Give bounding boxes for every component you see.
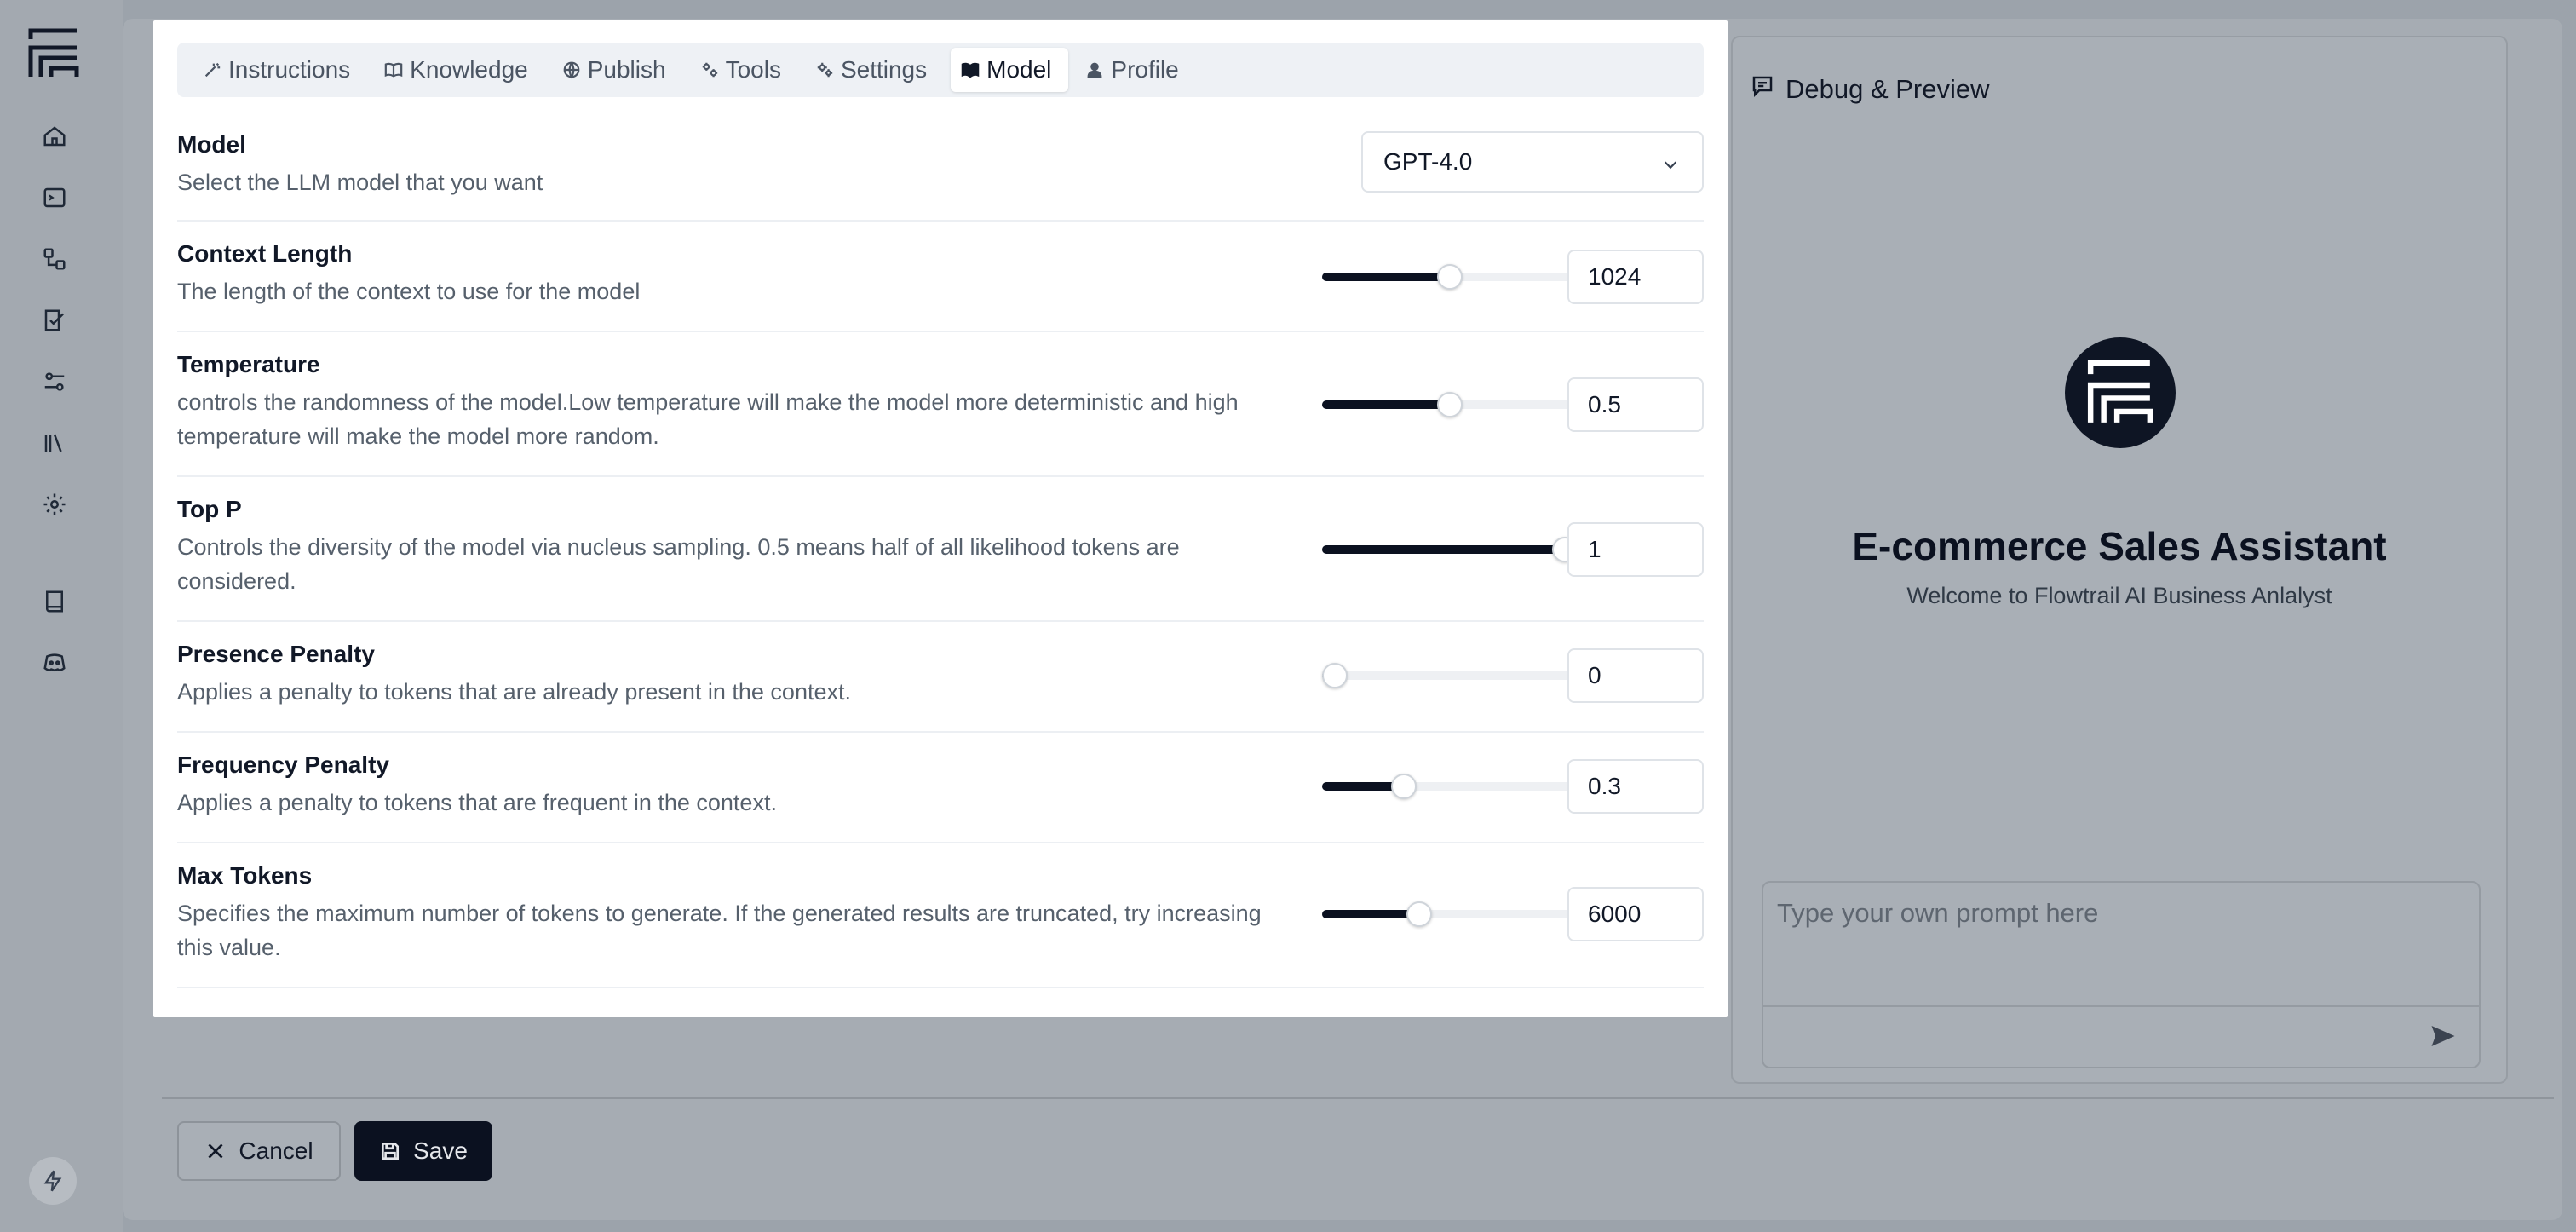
max-tokens-description: Specifies the maximum number of tokens t… xyxy=(177,901,1262,960)
presence-penalty-row: Presence Penalty Applies a penalty to to… xyxy=(177,622,1704,733)
library-icon[interactable] xyxy=(39,428,70,458)
footer-divider xyxy=(162,1097,2554,1099)
left-sidebar xyxy=(0,0,123,1232)
max-tokens-label: Max Tokens xyxy=(177,862,313,889)
slider-thumb[interactable] xyxy=(1437,264,1463,290)
prompt-input[interactable] xyxy=(1763,883,2479,1007)
workflow-icon[interactable] xyxy=(39,244,70,274)
frequency-penalty-label: Frequency Penalty xyxy=(177,751,389,778)
preview-title: Debug & Preview xyxy=(1785,74,1990,104)
save-icon xyxy=(382,1142,400,1160)
notes-icon[interactable] xyxy=(39,305,70,336)
save-button[interactable]: Save xyxy=(354,1121,492,1181)
presence-penalty-description: Applies a penalty to tokens that are alr… xyxy=(177,679,851,705)
save-label: Save xyxy=(413,1137,468,1164)
presence-penalty-slider[interactable] xyxy=(1322,663,1578,688)
discord-icon[interactable] xyxy=(39,648,70,678)
temperature-label: Temperature xyxy=(177,351,320,377)
max-tokens-row: Max Tokens Specifies the maximum number … xyxy=(177,843,1704,988)
top-p-slider[interactable] xyxy=(1322,537,1578,562)
temperature-description: controls the randomness of the model.Low… xyxy=(177,389,1239,449)
frequency-penalty-description: Applies a penalty to tokens that are fre… xyxy=(177,790,777,815)
model-row: Model Select the LLM model that you want… xyxy=(177,20,1704,222)
top-p-description: Controls the diversity of the model via … xyxy=(177,534,1180,594)
context-length-label: Context Length xyxy=(177,240,353,267)
cancel-button[interactable]: Cancel xyxy=(177,1121,341,1181)
close-icon xyxy=(208,1143,223,1159)
prompt-box xyxy=(1762,881,2481,1068)
terminal-icon[interactable] xyxy=(39,182,70,213)
max-tokens-slider[interactable] xyxy=(1322,901,1578,927)
slider-fill xyxy=(1322,400,1450,409)
model-settings-modal: Instructions Knowledge Publish Tools Set… xyxy=(153,20,1728,1017)
slider-thumb[interactable] xyxy=(1391,774,1417,799)
temperature-slider[interactable] xyxy=(1322,392,1578,417)
top-p-label: Top P xyxy=(177,496,242,522)
presence-penalty-input[interactable]: 0 xyxy=(1567,648,1704,703)
book-icon[interactable] xyxy=(39,586,70,617)
top-p-input[interactable]: 1 xyxy=(1567,522,1704,577)
temperature-input[interactable]: 0.5 xyxy=(1567,377,1704,432)
model-select[interactable]: GPT-4.0 xyxy=(1361,131,1704,193)
send-icon[interactable] xyxy=(2424,1017,2462,1055)
gear-icon[interactable] xyxy=(39,489,70,520)
context-length-slider[interactable] xyxy=(1322,264,1578,290)
agent-avatar xyxy=(2065,337,2176,448)
agent-name: E-commerce Sales Assistant xyxy=(1852,524,2387,568)
chat-icon xyxy=(1750,73,1775,106)
frequency-penalty-input[interactable]: 0.3 xyxy=(1567,759,1704,814)
app-logo[interactable] xyxy=(27,27,80,80)
model-select-value: GPT-4.0 xyxy=(1383,148,1473,175)
top-p-row: Top P Controls the diversity of the mode… xyxy=(177,477,1704,622)
slider-fill xyxy=(1322,910,1419,918)
frequency-penalty-slider[interactable] xyxy=(1322,774,1578,799)
home-icon[interactable] xyxy=(39,121,70,152)
temperature-row: Temperature controls the randomness of t… xyxy=(177,332,1704,477)
sliders-icon[interactable] xyxy=(39,366,70,397)
slider-thumb[interactable] xyxy=(1406,901,1432,927)
context-length-input[interactable]: 1024 xyxy=(1567,250,1704,304)
context-length-description: The length of the context to use for the… xyxy=(177,279,641,304)
chevron-down-icon xyxy=(1664,161,1677,170)
context-length-row: Context Length The length of the context… xyxy=(177,222,1704,332)
slider-thumb[interactable] xyxy=(1322,663,1348,688)
slider-fill xyxy=(1322,545,1565,554)
slider-fill xyxy=(1322,273,1450,281)
preview-header: Debug & Preview xyxy=(1750,73,1990,106)
max-tokens-input[interactable]: 6000 xyxy=(1567,887,1704,941)
debug-preview-panel: Debug & Preview E-commerce Sales Assista… xyxy=(1731,36,2508,1084)
model-label: Model xyxy=(177,131,246,158)
frequency-penalty-row: Frequency Penalty Applies a penalty to t… xyxy=(177,733,1704,843)
agent-welcome-text: Welcome to Flowtrail AI Business Anlalys… xyxy=(1906,583,2332,608)
bolt-icon[interactable] xyxy=(29,1157,77,1205)
cancel-label: Cancel xyxy=(239,1137,313,1164)
slider-thumb[interactable] xyxy=(1437,392,1463,417)
presence-penalty-label: Presence Penalty xyxy=(177,641,375,667)
model-description: Select the LLM model that you want xyxy=(177,170,543,195)
